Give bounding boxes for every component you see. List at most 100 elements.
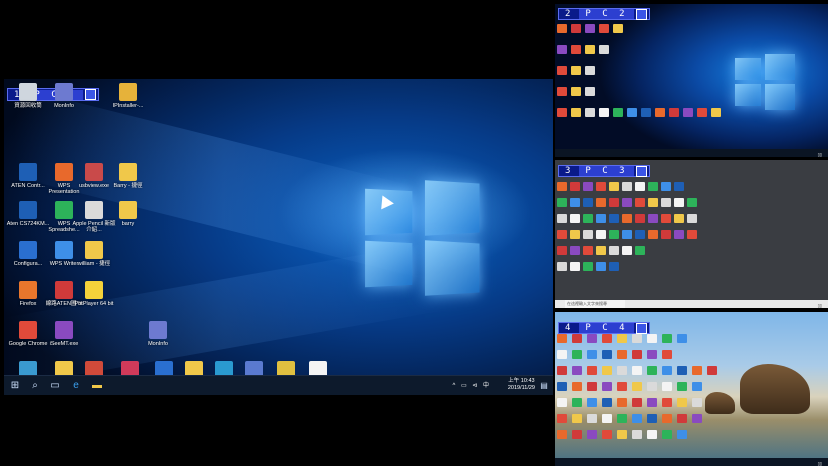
mini-desktop-icon[interactable] — [583, 214, 593, 223]
desktop-icon[interactable]: PotPlayer 64 bit — [72, 281, 116, 307]
mini-desktop-icon[interactable] — [583, 246, 593, 255]
mini-desktop-icon[interactable] — [661, 198, 671, 207]
mini-desktop-icon[interactable] — [662, 414, 672, 423]
mini-desktop-icon[interactable] — [692, 366, 702, 375]
mini-desktop-icon[interactable] — [609, 214, 619, 223]
mini-desktop-icon[interactable] — [596, 262, 606, 271]
mini-desktop-icon[interactable] — [585, 66, 595, 75]
mini-desktop-icon[interactable] — [557, 382, 567, 391]
mini-desktop-icon[interactable] — [647, 334, 657, 343]
mini-desktop-icon[interactable] — [662, 334, 672, 343]
mini-desktop-icon[interactable] — [677, 430, 687, 439]
mini-desktop-icon[interactable] — [602, 398, 612, 407]
mini-desktop-icon[interactable] — [622, 246, 632, 255]
mini-desktop-icon[interactable] — [627, 108, 637, 117]
mini-desktop-icon[interactable] — [585, 87, 595, 96]
mini-desktop-icon[interactable] — [609, 230, 619, 239]
mini-desktop-icon[interactable] — [596, 230, 606, 239]
mini-desktop-icon[interactable] — [570, 230, 580, 239]
mini-desktop-icon[interactable] — [674, 198, 684, 207]
mini-desktop-icon[interactable] — [557, 430, 567, 439]
mini-desktop-icon[interactable] — [662, 366, 672, 375]
mini-desktop-icon[interactable] — [583, 198, 593, 207]
pc4-desktop[interactable]: 4 P C 4 ▯▯ — [555, 312, 828, 466]
mini-desktop-icon[interactable] — [557, 24, 567, 33]
mini-desktop-icon[interactable] — [632, 350, 642, 359]
mini-desktop-icon[interactable] — [587, 430, 597, 439]
mini-desktop-icon[interactable] — [707, 366, 717, 375]
mini-desktop-icon[interactable] — [587, 350, 597, 359]
mini-desktop-icon[interactable] — [692, 382, 702, 391]
mini-desktop-icon[interactable] — [596, 246, 606, 255]
mini-desktop-icon[interactable] — [692, 398, 702, 407]
mini-desktop-icon[interactable] — [622, 198, 632, 207]
mini-desktop-icon[interactable] — [632, 382, 642, 391]
desktop-icon[interactable]: Barry - 捷徑 — [106, 163, 150, 189]
mini-desktop-icon[interactable] — [687, 198, 697, 207]
mini-desktop-icon[interactable] — [571, 66, 581, 75]
mini-desktop-icon[interactable] — [596, 198, 606, 207]
mini-desktop-icon[interactable] — [572, 350, 582, 359]
mini-desktop-icon[interactable] — [632, 366, 642, 375]
mini-desktop-icon[interactable] — [572, 334, 582, 343]
mini-desktop-icon[interactable] — [617, 366, 627, 375]
mini-desktop-icon[interactable] — [647, 382, 657, 391]
mini-desktop-icon[interactable] — [557, 45, 567, 54]
mini-desktop-icon[interactable] — [557, 198, 567, 207]
mini-desktop-icon[interactable] — [585, 24, 595, 33]
mini-desktop-icon[interactable] — [570, 182, 580, 191]
mini-desktop-icon[interactable] — [557, 230, 567, 239]
mini-desktop-icon[interactable] — [557, 246, 567, 255]
mini-desktop-icon[interactable] — [599, 24, 609, 33]
mini-desktop-icon[interactable] — [662, 430, 672, 439]
desktop-icon[interactable]: iSeeMT.exe — [42, 321, 86, 347]
mini-desktop-icon[interactable] — [635, 230, 645, 239]
mini-desktop-icon[interactable] — [572, 430, 582, 439]
mini-desktop-icon[interactable] — [635, 214, 645, 223]
mini-desktop-icon[interactable] — [570, 198, 580, 207]
mini-desktop-icon[interactable] — [617, 350, 627, 359]
mini-desktop-icon[interactable] — [602, 366, 612, 375]
mini-desktop-icon[interactable] — [622, 214, 632, 223]
mini-desktop-icon[interactable] — [635, 182, 645, 191]
desktop-icon[interactable]: barry — [106, 201, 150, 227]
mini-desktop-icon[interactable] — [557, 214, 567, 223]
mini-desktop-icon[interactable] — [570, 262, 580, 271]
mini-desktop-icon[interactable] — [692, 414, 702, 423]
mini-desktop-icon[interactable] — [632, 334, 642, 343]
mini-desktop-icon[interactable] — [617, 334, 627, 343]
mini-desktop-icon[interactable] — [572, 398, 582, 407]
mini-desktop-icon[interactable] — [571, 24, 581, 33]
mini-desktop-icon[interactable] — [571, 108, 581, 117]
mini-desktop-icon[interactable] — [570, 214, 580, 223]
mini-desktop-icon[interactable] — [662, 398, 672, 407]
mini-desktop-icon[interactable] — [557, 334, 567, 343]
mini-desktop-icon[interactable] — [572, 366, 582, 375]
mini-desktop-icon[interactable] — [677, 366, 687, 375]
task-view-icon[interactable]: ▭ — [49, 380, 61, 392]
mini-desktop-icon[interactable] — [613, 108, 623, 117]
desktop-icon[interactable]: MonInfo — [42, 83, 86, 109]
mini-desktop-icon[interactable] — [641, 108, 651, 117]
mini-desktop-icon[interactable] — [687, 214, 697, 223]
mini-desktop-icon[interactable] — [677, 382, 687, 391]
mini-desktop-icon[interactable] — [557, 66, 567, 75]
taskbar-clock[interactable]: 上午 10:43 2019/11/29 — [508, 378, 535, 392]
edge-icon[interactable]: e — [70, 380, 82, 392]
mini-desktop-icon[interactable] — [587, 398, 597, 407]
mini-desktop-icon[interactable] — [617, 430, 627, 439]
mini-desktop-icon[interactable] — [647, 366, 657, 375]
mini-desktop-icon[interactable] — [587, 334, 597, 343]
mini-desktop-icon[interactable] — [585, 108, 595, 117]
mini-desktop-icon[interactable] — [661, 214, 671, 223]
desktop-icon[interactable]: william - 捷徑 — [72, 241, 116, 267]
mini-desktop-icon[interactable] — [609, 182, 619, 191]
mini-desktop-icon[interactable] — [669, 108, 679, 117]
system-tray[interactable]: ^ ▭ ⊲ 中 — [452, 380, 491, 389]
mini-desktop-icon[interactable] — [557, 414, 567, 423]
mini-desktop-icon[interactable] — [622, 182, 632, 191]
mini-desktop-icon[interactable] — [587, 382, 597, 391]
mini-desktop-icon[interactable] — [647, 350, 657, 359]
mini-desktop-icon[interactable] — [596, 214, 606, 223]
mini-desktop-icon[interactable] — [609, 262, 619, 271]
